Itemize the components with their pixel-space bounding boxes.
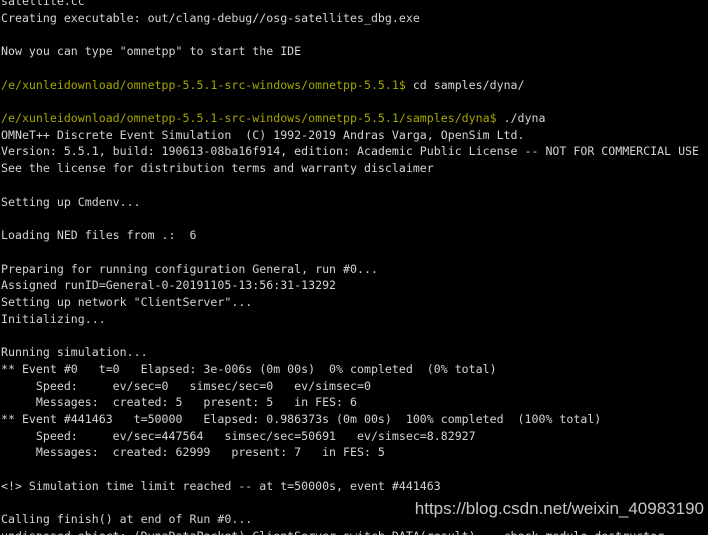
- terminal-output-line: undisposed object: (DynaDataPacket) Clie…: [0, 528, 708, 535]
- terminal-output-line: ** Event #441463 t=50000 Elapsed: 0.9863…: [0, 411, 708, 428]
- prompt-command: cd samples/dyna/: [405, 77, 525, 92]
- output-text: Setting up Cmdenv...: [1, 194, 141, 209]
- output-text: Loading NED files from .: 6: [1, 228, 197, 243]
- terminal-screen: satellite.cc Creating executable: out/cla…: [0, 0, 708, 535]
- output-text: Setting up network "ClientServer"...: [1, 294, 253, 309]
- output-text: Preparing for running configuration Gene…: [1, 261, 378, 276]
- terminal-output-line: satellite.cc: [0, 0, 708, 10]
- output-text: OMNeT++ Discrete Event Simulation (C) 19…: [1, 127, 525, 142]
- terminal-output-line: Setting up Cmdenv...: [0, 194, 708, 211]
- terminal-output-line: <!> Simulation time limit reached -- at …: [0, 478, 708, 495]
- terminal-output-line: Messages: created: 62999 present: 7 in F…: [0, 444, 708, 461]
- output-text: ** Event #0 t=0 Elapsed: 3e-006s (0m 00s…: [1, 361, 497, 376]
- output-text: Initializing...: [1, 311, 106, 326]
- output-text: Speed: ev/sec=0 simsec/sec=0 ev/simsec=0: [1, 378, 371, 393]
- terminal-output-line: Speed: ev/sec=447564 simsec/sec=50691 ev…: [0, 428, 708, 445]
- prompt-path: /e/xunleidownload/omnetpp-5.5.1-src-wind…: [1, 111, 497, 126]
- output-text: <!> Simulation time limit reached -- at …: [1, 478, 441, 493]
- terminal-output-line: Initializing...: [0, 311, 708, 328]
- terminal-output-line: Calling finish() at end of Run #0...: [0, 511, 708, 528]
- output-text: Running simulation...: [1, 345, 148, 360]
- terminal-output-line: ** Event #0 t=0 Elapsed: 3e-006s (0m 00s…: [0, 361, 708, 378]
- output-text: Assigned runID=General-0-20191105-13:56:…: [1, 278, 337, 293]
- output-text: Now you can type "omnetpp" to start the …: [1, 44, 302, 59]
- terminal-prompt-line: /e/xunleidownload/omnetpp-5.5.1-src-wind…: [0, 77, 708, 94]
- prompt-path: /e/xunleidownload/omnetpp-5.5.1-src-wind…: [1, 77, 406, 92]
- terminal-output-line: Speed: ev/sec=0 simsec/sec=0 ev/simsec=0: [0, 378, 708, 395]
- terminal-output-line: Loading NED files from .: 6: [0, 227, 708, 244]
- terminal-output-line: Version: 5.5.1, build: 190613-08ba16f914…: [0, 143, 708, 160]
- output-text: Speed: ev/sec=447564 simsec/sec=50691 ev…: [1, 428, 476, 443]
- output-text: Messages: created: 5 present: 5 in FES: …: [1, 395, 357, 410]
- terminal-output-line: OMNeT++ Discrete Event Simulation (C) 19…: [0, 127, 708, 144]
- output-text: See the license for distribution terms a…: [1, 161, 434, 176]
- terminal-output-line: See the license for distribution terms a…: [0, 160, 708, 177]
- output-text: Version: 5.5.1, build: 190613-08ba16f914…: [1, 144, 700, 159]
- terminal-output-line: Creating executable: out/clang-debug//os…: [0, 10, 708, 27]
- terminal-output-line: Now you can type "omnetpp" to start the …: [0, 43, 708, 60]
- output-text: undisposed object: (DynaDataPacket) Clie…: [1, 529, 664, 535]
- output-text: Creating executable: out/clang-debug//os…: [1, 10, 420, 25]
- terminal-prompt-line: /e/xunleidownload/omnetpp-5.5.1-src-wind…: [0, 110, 708, 127]
- terminal-output-line: Messages: created: 5 present: 5 in FES: …: [0, 394, 708, 411]
- output-text: Calling finish() at end of Run #0...: [1, 512, 253, 527]
- output-text: satellite.cc: [1, 0, 85, 8]
- prompt-command: ./dyna: [496, 111, 546, 126]
- terminal-window[interactable]: satellite.cc Creating executable: out/cla…: [0, 0, 708, 535]
- terminal-output-line: Assigned runID=General-0-20191105-13:56:…: [0, 277, 708, 294]
- terminal-output-line: Preparing for running configuration Gene…: [0, 261, 708, 278]
- output-text: ** Event #441463 t=50000 Elapsed: 0.9863…: [1, 411, 602, 426]
- output-text: Messages: created: 62999 present: 7 in F…: [1, 445, 385, 460]
- terminal-output-line: Running simulation...: [0, 344, 708, 361]
- terminal-output-line: Setting up network "ClientServer"...: [0, 294, 708, 311]
